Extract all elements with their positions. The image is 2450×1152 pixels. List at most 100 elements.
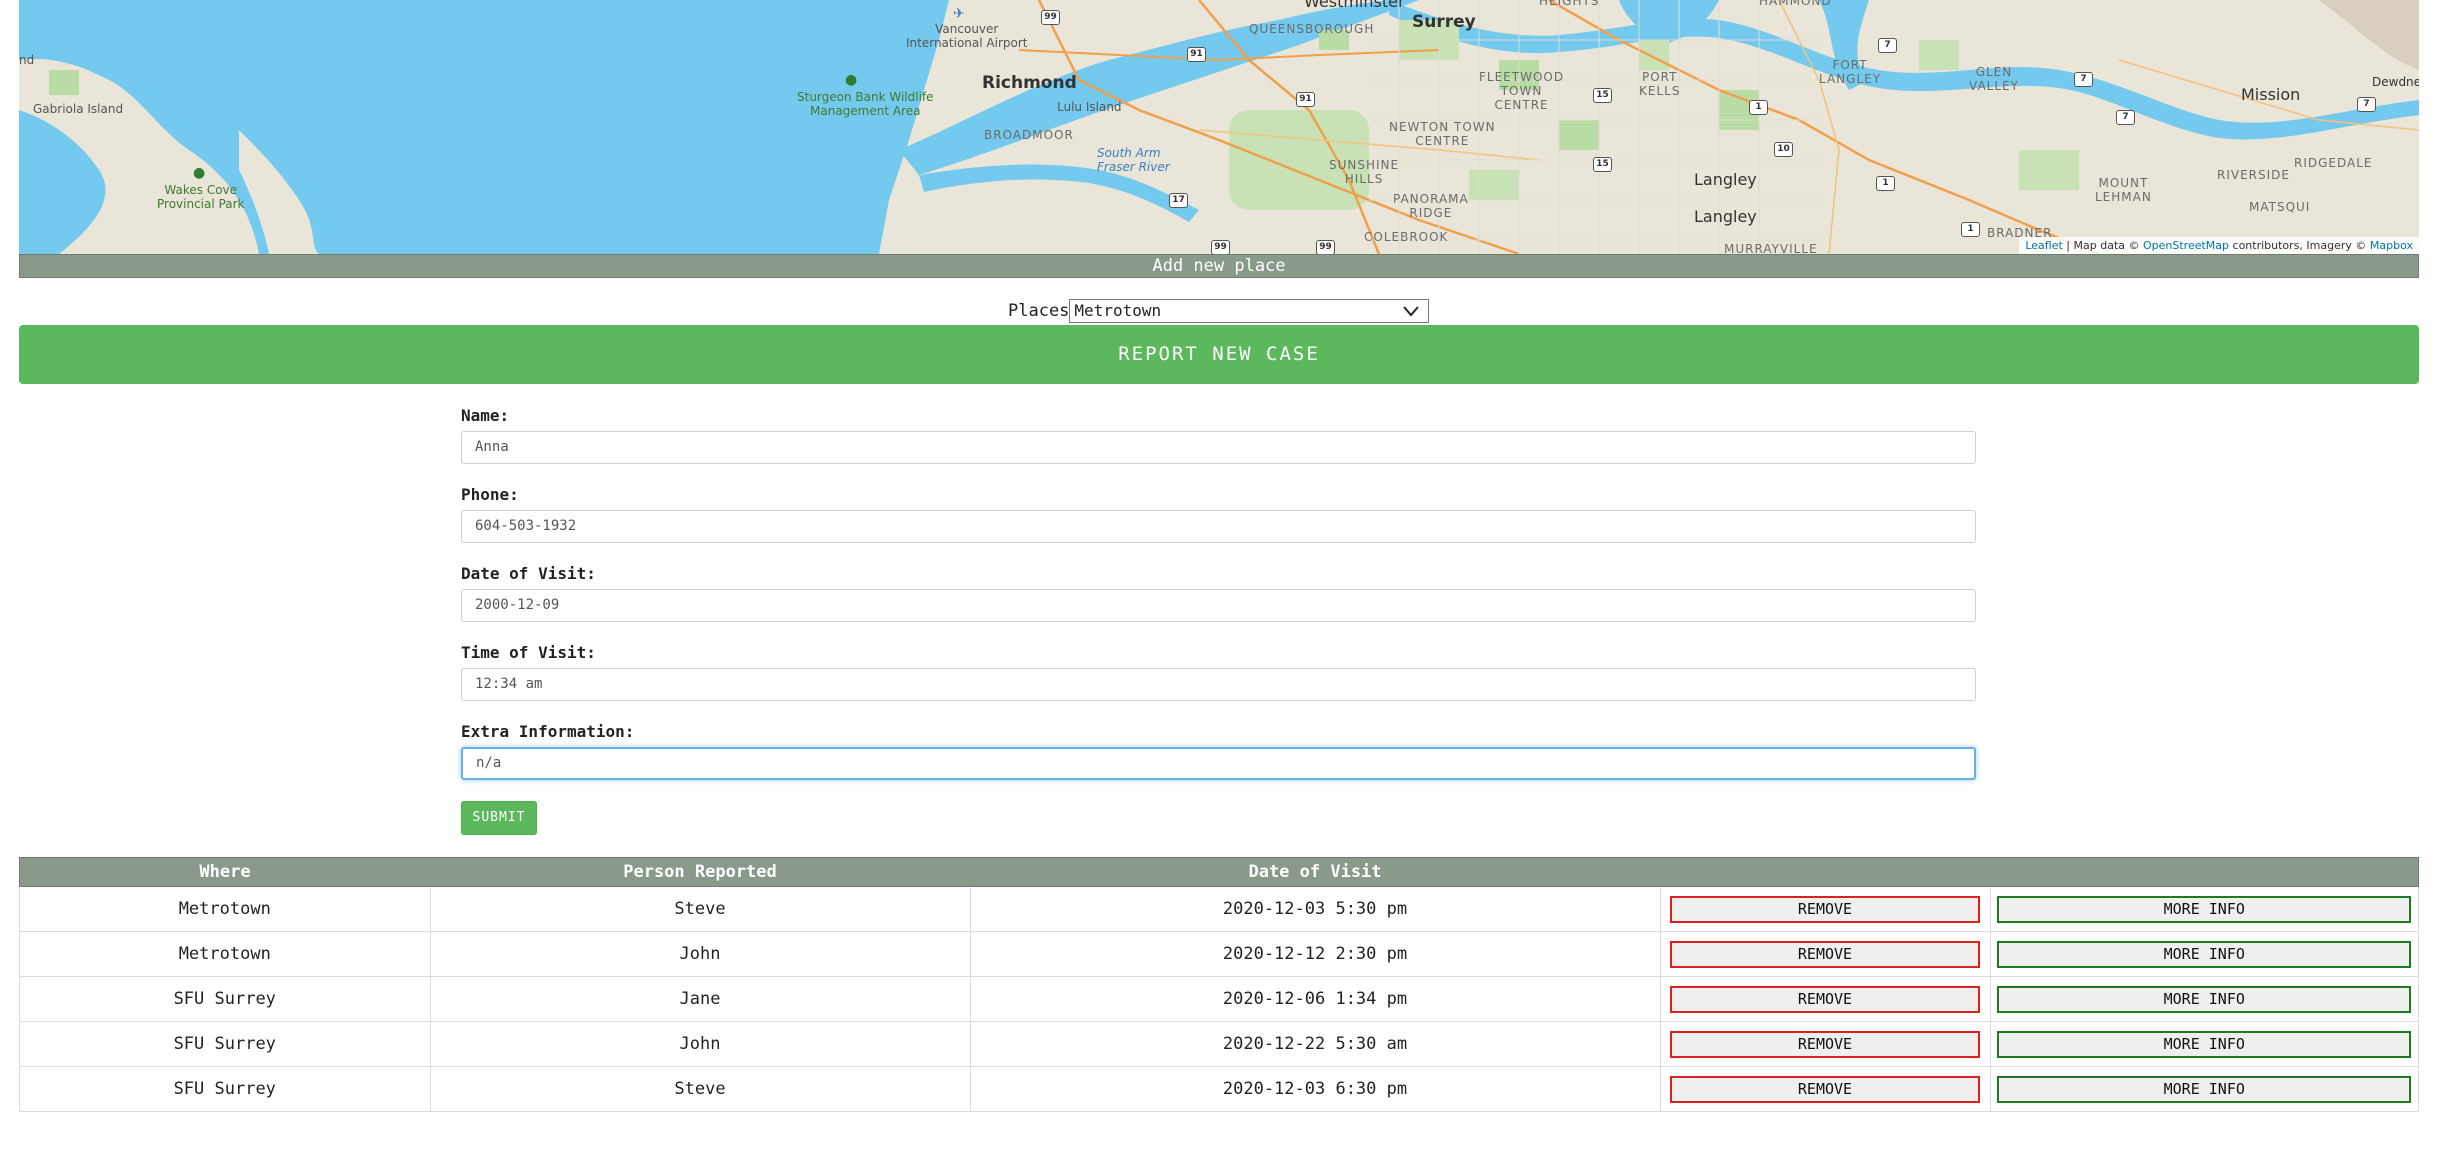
time-input[interactable]: 12:34 am xyxy=(461,668,1976,701)
remove-button[interactable]: REMOVE xyxy=(1670,895,1980,923)
cell-info: MORE INFO xyxy=(1989,886,2419,932)
map-label-panorama-ridge: PANORAMA RIDGE xyxy=(1393,192,1469,220)
add-new-place-button[interactable]: Add new place xyxy=(19,254,2419,278)
cell-remove: REMOVE xyxy=(1659,886,1991,932)
table-row: SFU Surrey Jane 2020-12-06 1:34 pm REMOV… xyxy=(19,976,2419,1022)
extra-info-label: Extra Information: xyxy=(461,722,635,741)
cell-remove: REMOVE xyxy=(1659,1066,1991,1112)
cell-date: 2020-12-06 1:34 pm xyxy=(969,976,1661,1022)
cell-info: MORE INFO xyxy=(1989,1066,2419,1112)
map-tiles xyxy=(19,0,2419,254)
map-label-lulu-island: Lulu Island xyxy=(1057,100,1122,114)
map-label-nd: nd xyxy=(19,53,35,67)
cell-info: MORE INFO xyxy=(1989,976,2419,1022)
map-label-ridgedale: RIDGEDALE xyxy=(2294,156,2373,170)
cell-where: SFU Surrey xyxy=(19,976,431,1022)
map-label-port-kells: PORT KELLS xyxy=(1639,70,1681,98)
highway-shield: 15 xyxy=(1593,157,1612,172)
more-info-button[interactable]: MORE INFO xyxy=(1997,940,2412,968)
highway-shield: 7 xyxy=(2357,97,2376,112)
report-new-case-button[interactable]: REPORT NEW CASE xyxy=(19,325,2419,384)
header-info xyxy=(1990,857,2419,887)
extra-info-input[interactable]: n/a xyxy=(461,747,1976,780)
osm-link[interactable]: OpenStreetMap xyxy=(2143,239,2229,252)
more-info-button[interactable]: MORE INFO xyxy=(1997,1075,2412,1103)
highway-shield: 1 xyxy=(1876,176,1895,191)
remove-button[interactable]: REMOVE xyxy=(1670,985,1980,1013)
remove-button[interactable]: REMOVE xyxy=(1670,940,1980,968)
name-label: Name: xyxy=(461,406,510,425)
submit-button[interactable]: SUBMIT xyxy=(461,801,537,835)
map-label-murrayville: MURRAYVILLE xyxy=(1724,242,1818,254)
cell-where: Metrotown xyxy=(19,931,431,977)
highway-shield: 99 xyxy=(1316,240,1335,254)
cell-person: Steve xyxy=(429,886,971,932)
highway-shield: 7 xyxy=(1878,38,1897,53)
map-label-surrey: Surrey xyxy=(1412,12,1476,32)
table-row: SFU Surrey Steve 2020-12-03 6:30 pm REMO… xyxy=(19,1066,2419,1112)
mapbox-link[interactable]: Mapbox xyxy=(2370,239,2413,252)
airport-icon: ✈ xyxy=(953,6,965,22)
park-tree-icon: ● xyxy=(845,72,858,88)
highway-shield: 99 xyxy=(1041,10,1060,25)
remove-button[interactable]: REMOVE xyxy=(1670,1030,1980,1058)
header-where: Where xyxy=(19,857,430,887)
table-row: SFU Surrey John 2020-12-22 5:30 am REMOV… xyxy=(19,1021,2419,1067)
phone-input[interactable]: 604-503-1932 xyxy=(461,510,1976,543)
map-label-richmond: Richmond xyxy=(982,73,1077,93)
cell-where: Metrotown xyxy=(19,886,431,932)
map-label-riverside: RIVERSIDE xyxy=(2217,168,2290,182)
phone-label: Phone: xyxy=(461,485,519,504)
map-label-hammond: HAMMOND xyxy=(1759,0,1832,8)
map-label-south-arm: South Arm Fraser River xyxy=(1097,146,1170,174)
header-remove xyxy=(1660,857,1990,887)
highway-shield: 7 xyxy=(2116,110,2135,125)
cases-table: Where Person Reported Date of Visit Metr… xyxy=(19,857,2419,1112)
map-label-mission: Mission xyxy=(2241,85,2301,104)
places-select[interactable]: Metrotown xyxy=(1069,299,1430,323)
leaflet-link[interactable]: Leaflet xyxy=(2025,239,2062,252)
places-selected-value: Metrotown xyxy=(1074,301,1162,320)
map-attribution: Leaflet | Map data © OpenStreetMap contr… xyxy=(2019,237,2419,254)
name-input[interactable]: Anna xyxy=(461,431,1976,464)
cell-date: 2020-12-03 5:30 pm xyxy=(969,886,1661,932)
cell-remove: REMOVE xyxy=(1659,976,1991,1022)
highway-shield: 15 xyxy=(1593,88,1612,103)
map-label-airport: Vancouver International Airport xyxy=(906,22,1028,50)
table-row: Metrotown John 2020-12-12 2:30 pm REMOVE… xyxy=(19,931,2419,977)
cell-where: SFU Surrey xyxy=(19,1021,431,1067)
cell-where: SFU Surrey xyxy=(19,1066,431,1112)
map-label-newton: NEWTON TOWN CENTRE xyxy=(1389,120,1496,148)
more-info-button[interactable]: MORE INFO xyxy=(1997,985,2412,1013)
map-label-langley-2: Langley xyxy=(1694,207,1757,226)
cell-date: 2020-12-12 2:30 pm xyxy=(969,931,1661,977)
highway-shield: 91 xyxy=(1296,92,1315,107)
places-row: Places Metrotown xyxy=(1008,298,1430,324)
cell-date: 2020-12-22 5:30 am xyxy=(969,1021,1661,1067)
highway-shield: 91 xyxy=(1187,47,1206,62)
highway-shield: 1 xyxy=(1961,222,1980,237)
map-label-wakes-cove: Wakes Cove Provincial Park xyxy=(157,183,245,211)
more-info-button[interactable]: MORE INFO xyxy=(1997,1030,2412,1058)
cell-info: MORE INFO xyxy=(1989,931,2419,977)
more-info-button[interactable]: MORE INFO xyxy=(1997,895,2412,923)
date-label: Date of Visit: xyxy=(461,564,596,583)
map[interactable]: Surrey Richmond Mission Langley Langley … xyxy=(19,0,2419,254)
map-label-sturgeon-bank: Sturgeon Bank Wildlife Management Area xyxy=(797,90,934,118)
cell-info: MORE INFO xyxy=(1989,1021,2419,1067)
highway-shield: 7 xyxy=(2074,72,2093,87)
highway-shield: 17 xyxy=(1169,193,1188,208)
header-date: Date of Visit xyxy=(970,857,1660,887)
map-label-mount-lehman: MOUNT LEHMAN xyxy=(2095,176,2152,204)
cell-person: John xyxy=(429,931,971,977)
cell-person: Jane xyxy=(429,976,971,1022)
header-person: Person Reported xyxy=(430,857,970,887)
map-label-sunshine-hills: SUNSHINE HILLS xyxy=(1329,158,1400,186)
cell-remove: REMOVE xyxy=(1659,1021,1991,1067)
highway-shield: 1 xyxy=(1749,100,1768,115)
time-label: Time of Visit: xyxy=(461,643,596,662)
remove-button[interactable]: REMOVE xyxy=(1670,1075,1980,1103)
map-label-glen-valley: GLEN VALLEY xyxy=(1969,65,2019,93)
date-input[interactable]: 2000-12-09 xyxy=(461,589,1976,622)
map-label-matsqui: MATSQUI xyxy=(2249,200,2311,214)
